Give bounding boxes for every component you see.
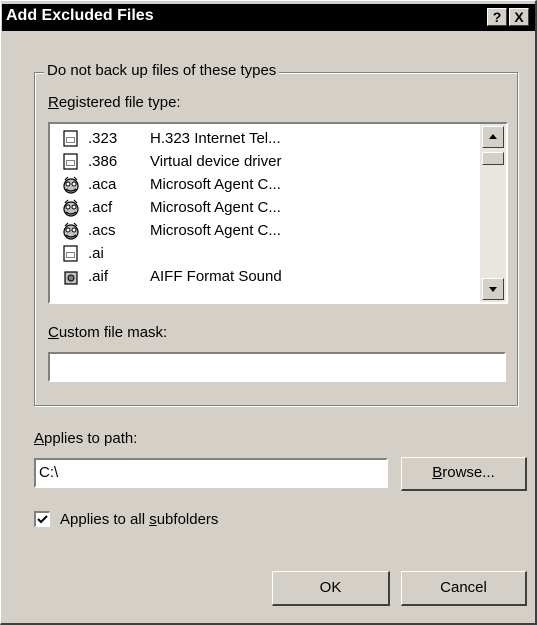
subfolders-label[interactable]: Applies to all subfolders xyxy=(60,511,218,528)
document-icon xyxy=(63,153,78,170)
sound-icon xyxy=(64,271,78,285)
document-icon xyxy=(63,130,78,147)
file-type-row[interactable]: .323 H.323 Internet Tel... xyxy=(50,128,480,151)
registered-accel: R xyxy=(48,94,59,111)
registered-label-rest: egistered file type: xyxy=(58,94,181,111)
file-type-row[interactable]: .acs Microsoft Agent C... xyxy=(50,220,480,243)
file-type-rows: .323 H.323 Internet Tel... .386 Virtual dev… xyxy=(50,124,480,302)
file-type-extension: .acf xyxy=(88,199,113,216)
document-icon xyxy=(63,245,78,262)
checkmark-icon xyxy=(37,515,48,524)
subfolders-accel: s xyxy=(149,511,157,528)
title-bar[interactable]: Add Excluded Files ? X xyxy=(2,4,535,31)
subfolders-label-rest: ubfolders xyxy=(156,511,219,528)
file-type-row[interactable]: .ai xyxy=(50,243,480,266)
file-type-extension: .386 xyxy=(88,153,118,170)
custom-file-mask-label: Custom file mask: xyxy=(48,324,167,341)
subfolders-checkbox[interactable] xyxy=(34,511,50,527)
add-excluded-files-dialog: Add Excluded Files ? X Do not back up fi… xyxy=(0,0,537,625)
file-type-extension: .323 xyxy=(88,130,118,147)
registered-file-type-list[interactable]: .323 H.323 Internet Tel... .386 Virtual dev… xyxy=(48,122,508,304)
browse-button[interactable]: Browse... xyxy=(401,457,527,491)
custom-mask-label-rest: ustom file mask: xyxy=(58,324,168,341)
ok-button[interactable]: OK xyxy=(272,571,390,606)
scroll-up-arrow-icon xyxy=(489,134,497,139)
custom-mask-accel: C xyxy=(48,324,59,341)
agent-icon xyxy=(63,176,79,194)
file-type-extension: .ai xyxy=(88,245,104,262)
path-value: C:\ xyxy=(39,464,59,481)
file-type-row[interactable]: .386 Virtual device driver xyxy=(50,151,480,174)
file-type-extension: .aca xyxy=(88,176,117,193)
applies-to-path-label: Applies to path: xyxy=(34,430,137,447)
file-type-description: Microsoft Agent C... xyxy=(150,199,281,216)
file-type-row[interactable]: .aca Microsoft Agent C... xyxy=(50,174,480,197)
file-type-description: Microsoft Agent C... xyxy=(150,222,281,239)
path-label-rest: pplies to path: xyxy=(44,430,138,447)
browse-label-rest: rowse... xyxy=(442,464,495,481)
path-accel: A xyxy=(34,430,45,447)
file-type-description: AIFF Format Sound xyxy=(150,268,282,285)
list-scrollbar[interactable] xyxy=(480,124,506,302)
file-type-extension: .acs xyxy=(88,222,116,239)
file-type-row[interactable]: .aif AIFF Format Sound xyxy=(50,266,480,289)
file-type-extension: .aif xyxy=(88,268,109,285)
help-button[interactable]: ? xyxy=(487,8,507,26)
agent-icon xyxy=(63,199,79,217)
agent-icon xyxy=(63,222,79,240)
scroll-thumb[interactable] xyxy=(482,152,504,165)
scroll-down-arrow-icon xyxy=(489,287,497,292)
scroll-up-button[interactable] xyxy=(482,126,504,148)
dialog-title: Add Excluded Files xyxy=(6,7,154,24)
path-input[interactable]: C:\ xyxy=(34,458,388,488)
close-button[interactable]: X xyxy=(509,8,529,26)
file-type-row[interactable]: .acf Microsoft Agent C... xyxy=(50,197,480,220)
subfolders-label-prefix: Applies to all xyxy=(60,511,150,528)
file-type-description: Virtual device driver xyxy=(150,153,282,170)
browse-accel: B xyxy=(432,464,443,481)
custom-file-mask-input[interactable] xyxy=(48,352,506,382)
cancel-button[interactable]: Cancel xyxy=(401,571,527,606)
file-type-description: H.323 Internet Tel... xyxy=(150,130,281,147)
scroll-down-button[interactable] xyxy=(482,278,504,300)
registered-file-type-label: Registered file type: xyxy=(48,94,181,111)
group-label: Do not back up files of these types xyxy=(44,62,280,79)
file-type-description: Microsoft Agent C... xyxy=(150,176,281,193)
